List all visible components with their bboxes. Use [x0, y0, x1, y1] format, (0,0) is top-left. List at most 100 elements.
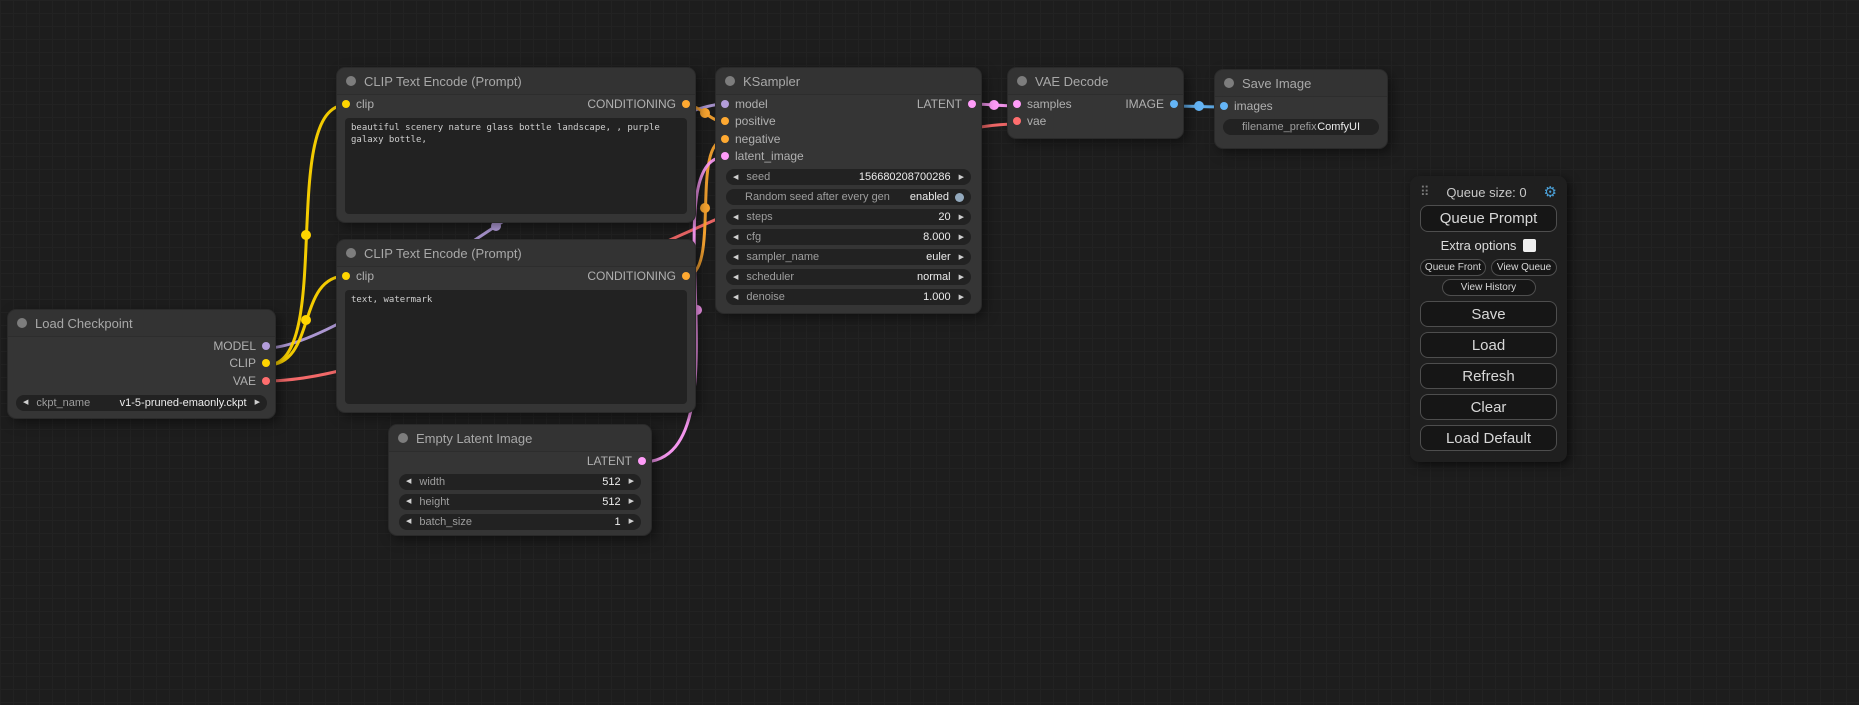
decrement-arrow-icon[interactable]: ◀ [733, 174, 738, 181]
widget-height[interactable]: ◀ height 512 ▶ [399, 494, 641, 510]
queue-prompt-button[interactable]: Queue Prompt [1420, 205, 1557, 232]
extra-options-checkbox[interactable] [1523, 239, 1536, 252]
widget-random-seed-toggle[interactable]: Random seed after every gen enabled [726, 189, 971, 205]
slot-dot-images-input[interactable] [1220, 102, 1228, 110]
node-title-bar[interactable]: CLIP Text Encode (Prompt) [337, 68, 695, 95]
increment-arrow-icon[interactable]: ▶ [629, 518, 634, 525]
collapse-dot-icon[interactable] [1224, 78, 1234, 88]
output-label-model: MODEL [213, 339, 256, 353]
increment-arrow-icon[interactable]: ▶ [255, 399, 260, 406]
node-vae-decode[interactable]: VAE Decode samples IMAGE vae [1008, 68, 1183, 138]
decrement-arrow-icon[interactable]: ◀ [406, 478, 411, 485]
node-title-bar[interactable]: Empty Latent Image [389, 425, 651, 452]
widget-value: v1-5-pruned-emaonly.ckpt [120, 397, 247, 409]
collapse-dot-icon[interactable] [17, 318, 27, 328]
decrement-arrow-icon[interactable]: ◀ [406, 518, 411, 525]
increment-arrow-icon[interactable]: ▶ [959, 274, 964, 281]
collapse-dot-icon[interactable] [398, 433, 408, 443]
input-label-negative: negative [735, 132, 780, 146]
node-load-checkpoint[interactable]: Load Checkpoint MODEL CLIP VAE ◀ ckpt_na… [8, 310, 275, 418]
refresh-button[interactable]: Refresh [1420, 363, 1557, 389]
node-title-bar[interactable]: VAE Decode [1008, 68, 1183, 95]
collapse-dot-icon[interactable] [346, 248, 356, 258]
node-clip-text-encode-negative[interactable]: CLIP Text Encode (Prompt) clip CONDITION… [337, 240, 695, 412]
slot-dot-conditioning-output[interactable] [682, 272, 690, 280]
node-save-image[interactable]: Save Image images filename_prefix ComfyU… [1215, 70, 1387, 148]
widget-width[interactable]: ◀ width 512 ▶ [399, 474, 641, 490]
widget-batch-size[interactable]: ◀ batch_size 1 ▶ [399, 514, 641, 530]
slot-dot-model-output[interactable] [262, 342, 270, 350]
slot-dot-latent-output[interactable] [638, 457, 646, 465]
collapse-dot-icon[interactable] [725, 76, 735, 86]
input-label-vae: vae [1027, 114, 1046, 128]
node-title-bar[interactable]: Load Checkpoint [8, 310, 275, 337]
widget-denoise[interactable]: ◀ denoise 1.000 ▶ [726, 289, 971, 305]
node-title-bar[interactable]: Save Image [1215, 70, 1387, 97]
node-graph-canvas[interactable]: Load Checkpoint MODEL CLIP VAE ◀ ckpt_na… [0, 0, 1859, 705]
node-empty-latent-image[interactable]: Empty Latent Image LATENT ◀ width 512 ▶ … [389, 425, 651, 535]
node-title-bar[interactable]: KSampler [716, 68, 981, 95]
decrement-arrow-icon[interactable]: ◀ [406, 498, 411, 505]
decrement-arrow-icon[interactable]: ◀ [733, 214, 738, 221]
collapse-dot-icon[interactable] [1017, 76, 1027, 86]
wire-midpoint-dot [1194, 101, 1204, 111]
slot-dot-clip-input[interactable] [342, 100, 350, 108]
slot-dot-clip-output[interactable] [262, 359, 270, 367]
decrement-arrow-icon[interactable]: ◀ [733, 294, 738, 301]
input-label-model: model [735, 97, 768, 111]
input-label-clip: clip [356, 97, 374, 111]
collapse-dot-icon[interactable] [346, 76, 356, 86]
slot-dot-samples-input[interactable] [1013, 100, 1021, 108]
increment-arrow-icon[interactable]: ▶ [959, 214, 964, 221]
widget-ckpt-name[interactable]: ◀ ckpt_name v1-5-pruned-emaonly.ckpt ▶ [16, 395, 267, 411]
slot-dot-vae-input[interactable] [1013, 117, 1021, 125]
negative-prompt-textarea[interactable]: text, watermark [345, 290, 687, 404]
load-button[interactable]: Load [1420, 332, 1557, 358]
settings-gear-icon[interactable]: ⚙ [1544, 183, 1557, 201]
decrement-arrow-icon[interactable]: ◀ [733, 234, 738, 241]
widget-name: batch_size [419, 516, 472, 528]
increment-arrow-icon[interactable]: ▶ [629, 498, 634, 505]
widget-seed[interactable]: ◀ seed 156680208700286 ▶ [726, 169, 971, 185]
node-title: VAE Decode [1035, 74, 1108, 89]
slot-dot-image-output[interactable] [1170, 100, 1178, 108]
drag-handle-icon[interactable]: ⠿ [1420, 184, 1430, 200]
slot-dot-latent-image-input[interactable] [721, 152, 729, 160]
widget-cfg[interactable]: ◀ cfg 8.000 ▶ [726, 229, 971, 245]
widget-value: enabled [910, 191, 949, 203]
node-clip-text-encode-positive[interactable]: CLIP Text Encode (Prompt) clip CONDITION… [337, 68, 695, 222]
widget-scheduler[interactable]: ◀ scheduler normal ▶ [726, 269, 971, 285]
widget-name: filename_prefix [1242, 121, 1317, 133]
widget-name: scheduler [746, 271, 794, 283]
toggle-dot-icon[interactable] [955, 193, 964, 202]
widget-steps[interactable]: ◀ steps 20 ▶ [726, 209, 971, 225]
widget-sampler-name[interactable]: ◀ sampler_name euler ▶ [726, 249, 971, 265]
node-ksampler[interactable]: KSampler model LATENT positive negative [716, 68, 981, 313]
decrement-arrow-icon[interactable]: ◀ [733, 274, 738, 281]
slot-dot-conditioning-output[interactable] [682, 100, 690, 108]
load-default-button[interactable]: Load Default [1420, 425, 1557, 451]
slot-dot-negative-input[interactable] [721, 135, 729, 143]
decrement-arrow-icon[interactable]: ◀ [733, 254, 738, 261]
widget-filename-prefix[interactable]: filename_prefix ComfyUI [1223, 119, 1379, 135]
slot-dot-clip-input[interactable] [342, 272, 350, 280]
node-title: KSampler [743, 74, 800, 89]
save-button[interactable]: Save [1420, 301, 1557, 327]
increment-arrow-icon[interactable]: ▶ [629, 478, 634, 485]
positive-prompt-textarea[interactable]: beautiful scenery nature glass bottle la… [345, 118, 687, 214]
increment-arrow-icon[interactable]: ▶ [959, 174, 964, 181]
view-queue-button[interactable]: View Queue [1491, 259, 1557, 276]
queue-front-button[interactable]: Queue Front [1420, 259, 1486, 276]
increment-arrow-icon[interactable]: ▶ [959, 294, 964, 301]
view-history-button[interactable]: View History [1442, 279, 1536, 296]
increment-arrow-icon[interactable]: ▶ [959, 254, 964, 261]
slot-dot-positive-input[interactable] [721, 117, 729, 125]
increment-arrow-icon[interactable]: ▶ [959, 234, 964, 241]
clear-button[interactable]: Clear [1420, 394, 1557, 420]
slot-dot-model-input[interactable] [721, 100, 729, 108]
slot-dot-latent-output[interactable] [968, 100, 976, 108]
node-title-bar[interactable]: CLIP Text Encode (Prompt) [337, 240, 695, 267]
output-label-image: IMAGE [1125, 97, 1164, 111]
slot-dot-vae-output[interactable] [262, 377, 270, 385]
decrement-arrow-icon[interactable]: ◀ [23, 399, 28, 406]
